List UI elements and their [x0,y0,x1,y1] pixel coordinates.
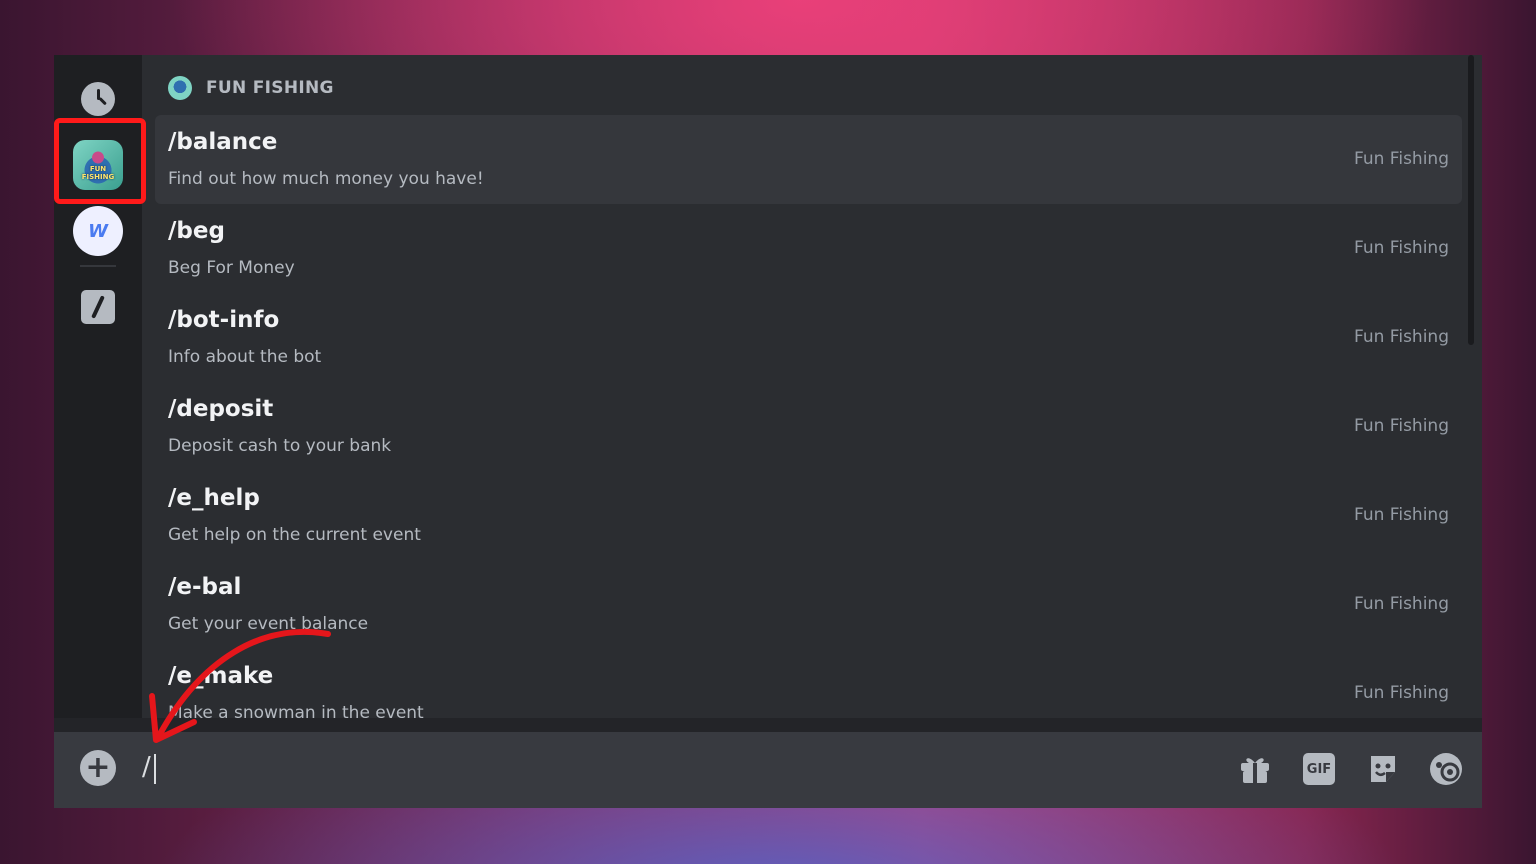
command-list: FUN FISHING /balance Find out how much m… [142,55,1474,723]
highlight-box [54,118,146,204]
gift-icon[interactable] [1236,750,1274,788]
command-source: Fun Fishing [1354,327,1449,347]
emoji-icon[interactable] [1427,750,1465,788]
command-name: /beg [168,218,225,244]
command-source: Fun Fishing [1354,683,1449,703]
command-item[interactable]: /deposit Deposit cash to your bank Fun F… [155,382,1462,471]
command-source: Fun Fishing [1354,238,1449,258]
command-source: Fun Fishing [1354,416,1449,436]
section-header: FUN FISHING [168,74,334,102]
rail-separator [80,265,116,267]
command-description: Find out how much money you have! [168,169,484,189]
command-name: /deposit [168,396,274,422]
w-avatar-letter: W [73,206,123,256]
fun-fishing-icon [168,76,192,100]
red-arrow-annotation [149,628,331,743]
section-title: FUN FISHING [206,78,334,98]
sticker-icon[interactable] [1364,750,1402,788]
text-caret [154,754,156,784]
command-name: /balance [168,129,278,155]
command-description: Beg For Money [168,258,295,278]
plus-circle-icon[interactable]: + [80,750,116,786]
command-name: /e_help [168,485,260,511]
command-description: Info about the bot [168,347,322,367]
app-rail: FUN FISHING W [54,55,146,718]
command-item[interactable]: /balance Find out how much money you hav… [155,115,1462,204]
message-input[interactable]: / [142,752,151,782]
command-source: Fun Fishing [1354,505,1449,525]
slash-icon[interactable] [72,281,124,333]
gif-label: GIF [1303,753,1335,785]
command-source: Fun Fishing [1354,594,1449,614]
command-item[interactable]: /bot-info Info about the bot Fun Fishing [155,293,1462,382]
command-item[interactable]: /e-bal Get your event balance Fun Fishin… [155,560,1462,649]
w-app-avatar[interactable]: W [72,205,124,257]
command-description: Get help on the current event [168,525,421,545]
command-source: Fun Fishing [1354,149,1449,169]
command-item[interactable]: /beg Beg For Money Fun Fishing [155,204,1462,293]
gif-icon[interactable]: GIF [1300,750,1338,788]
command-name: /bot-info [168,307,280,333]
command-name: /e-bal [168,574,242,600]
scrollbar[interactable] [1468,55,1474,345]
command-description: Deposit cash to your bank [168,436,392,456]
command-item[interactable]: /e_help Get help on the current event Fu… [155,471,1462,560]
